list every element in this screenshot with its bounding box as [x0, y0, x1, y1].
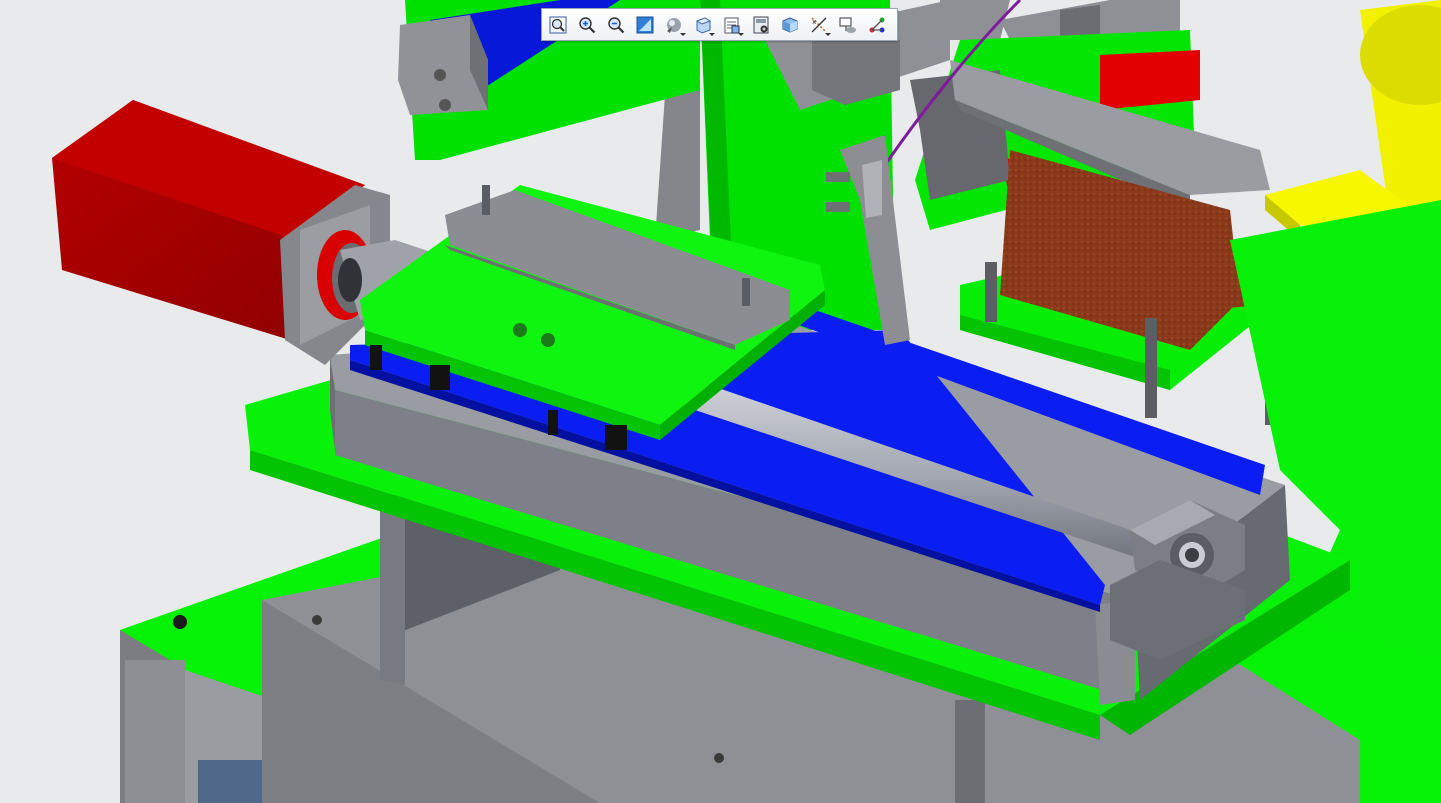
datum-display-button[interactable]: x	[806, 12, 832, 38]
right-fixture	[910, 0, 1295, 425]
spin-center-button[interactable]	[864, 12, 890, 38]
dropdown-caret-icon[interactable]	[825, 32, 831, 36]
saved-views-button[interactable]	[690, 12, 716, 38]
zoom-out-icon	[608, 16, 625, 33]
view-manager-icon	[724, 17, 740, 33]
zoom-fit-icon	[549, 15, 567, 34]
saved-views-icon	[695, 16, 712, 34]
dropdown-caret-icon[interactable]	[738, 32, 744, 36]
zoom-in-button[interactable]	[574, 12, 600, 38]
annotation-display-button[interactable]	[835, 12, 861, 38]
datum-display-icon: x	[811, 16, 827, 33]
3d-model-viewport[interactable]	[0, 0, 1441, 803]
display-style-icon	[667, 17, 681, 33]
dropdown-caret-icon[interactable]	[680, 32, 686, 36]
svg-text:x: x	[812, 18, 816, 26]
zoom-fit-button[interactable]	[545, 12, 571, 38]
view-toolbar: x	[541, 8, 898, 41]
perspective-icon	[782, 16, 798, 33]
perspective-button[interactable]	[777, 12, 803, 38]
spin-center-icon	[869, 17, 885, 32]
zoom-out-button[interactable]	[603, 12, 629, 38]
dropdown-caret-icon[interactable]	[709, 32, 715, 36]
appearance-button[interactable]	[748, 12, 774, 38]
view-manager-button[interactable]	[719, 12, 745, 38]
appearance-icon	[753, 16, 769, 33]
repaint-icon	[636, 16, 654, 33]
annotation-display-icon	[839, 17, 856, 33]
repaint-button[interactable]	[632, 12, 658, 38]
display-style-button[interactable]	[661, 12, 687, 38]
zoom-in-icon	[579, 16, 596, 33]
